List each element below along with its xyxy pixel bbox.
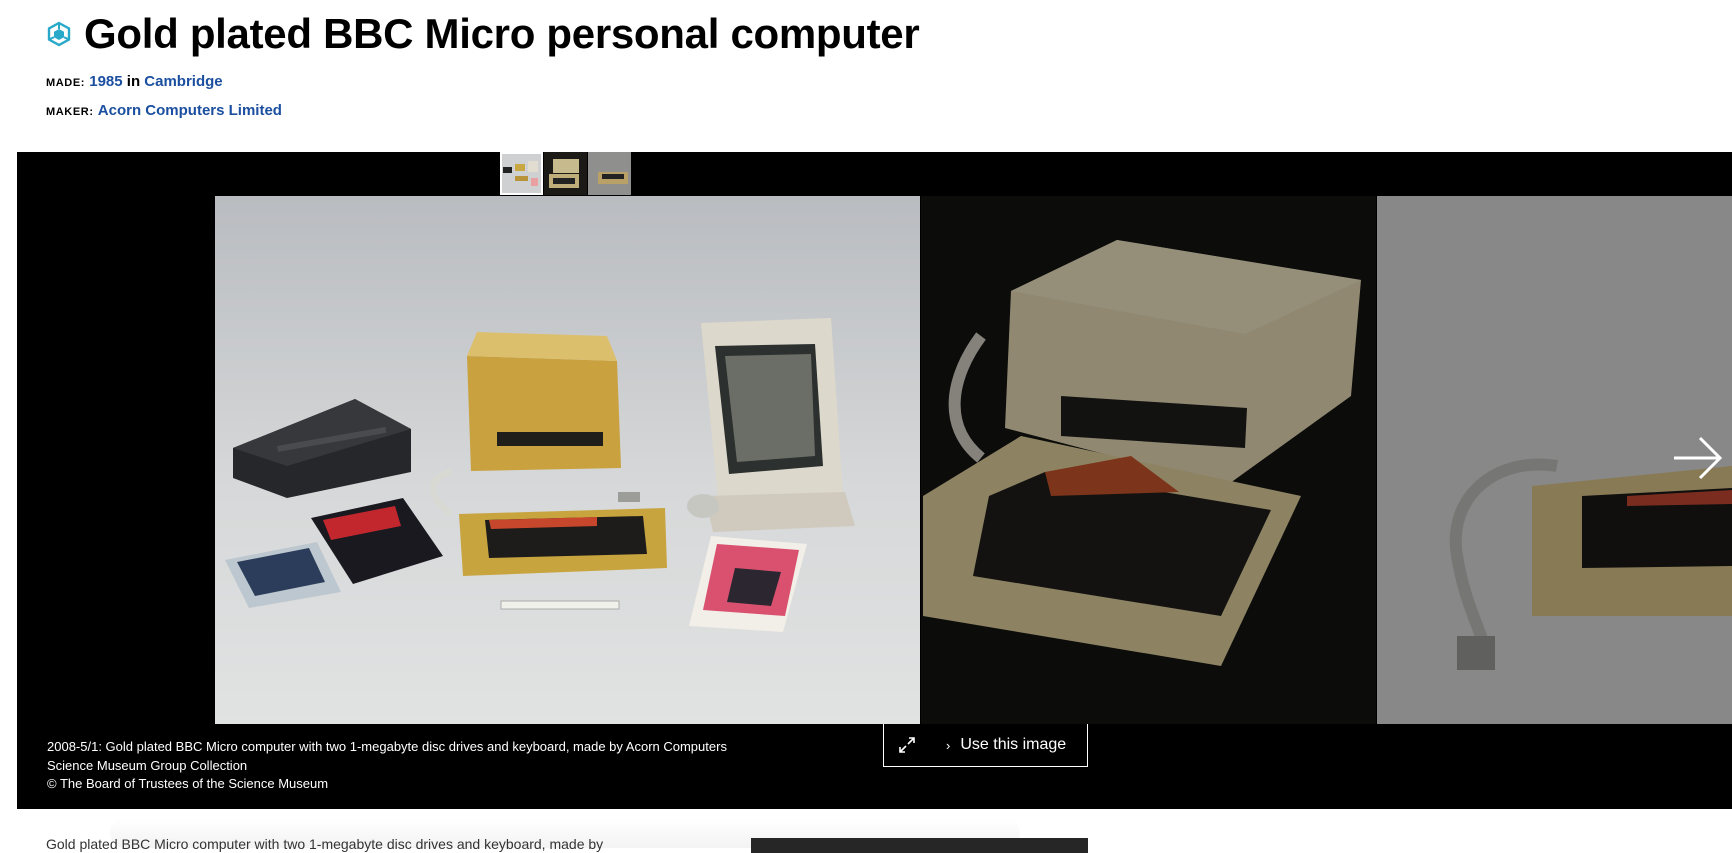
thumbnail-strip xyxy=(500,152,632,195)
arrow-right-icon[interactable] xyxy=(1668,428,1728,488)
use-image-label: Use this image xyxy=(960,736,1067,753)
caption-description: 2008-5/1: Gold plated BBC Micro computer… xyxy=(47,739,727,754)
chevron-right-icon: › xyxy=(946,737,951,753)
made-label: MADE: xyxy=(46,77,86,89)
slide-image-2[interactable] xyxy=(921,196,1376,724)
image-viewer: 2008-5/1: Gold plated BBC Micro computer… xyxy=(17,152,1732,809)
made-in-text: in xyxy=(126,73,141,90)
caption-copyright: © The Board of Trustees of the Science M… xyxy=(47,776,329,791)
image-caption: 2008-5/1: Gold plated BBC Micro computer… xyxy=(47,738,727,794)
caption-collection: Science Museum Group Collection xyxy=(47,757,248,773)
main-image[interactable] xyxy=(215,196,920,724)
maker-link[interactable]: Acorn Computers Limited xyxy=(98,102,282,119)
3d-cube-icon[interactable] xyxy=(46,21,72,47)
maker-row: MAKER: Acorn Computers Limited xyxy=(46,97,919,126)
thumbnail-3[interactable] xyxy=(588,152,631,195)
expand-icon[interactable] xyxy=(898,736,916,754)
thumbnail-2[interactable] xyxy=(544,152,587,195)
title-row: Gold plated BBC Micro personal computer xyxy=(46,10,920,58)
image-actions: › Use this image xyxy=(883,724,1088,767)
made-row: MADE: 1985 in Cambridge xyxy=(46,68,919,97)
object-description: Gold plated BBC Micro computer with two … xyxy=(46,836,604,852)
use-image-button[interactable]: › Use this image xyxy=(946,736,1066,754)
maker-label: MAKER: xyxy=(46,106,94,118)
caption-bar: 2008-5/1: Gold plated BBC Micro computer… xyxy=(17,724,1732,809)
thumbnail-1[interactable] xyxy=(500,152,543,195)
side-panel-top xyxy=(751,838,1088,853)
object-header: Gold plated BBC Micro personal computer … xyxy=(46,10,920,126)
made-place-link[interactable]: Cambridge xyxy=(144,73,222,90)
object-meta: MADE: 1985 in Cambridge MAKER: Acorn Com… xyxy=(46,68,919,126)
made-year-link[interactable]: 1985 xyxy=(89,73,122,90)
page-title: Gold plated BBC Micro personal computer xyxy=(84,10,920,57)
